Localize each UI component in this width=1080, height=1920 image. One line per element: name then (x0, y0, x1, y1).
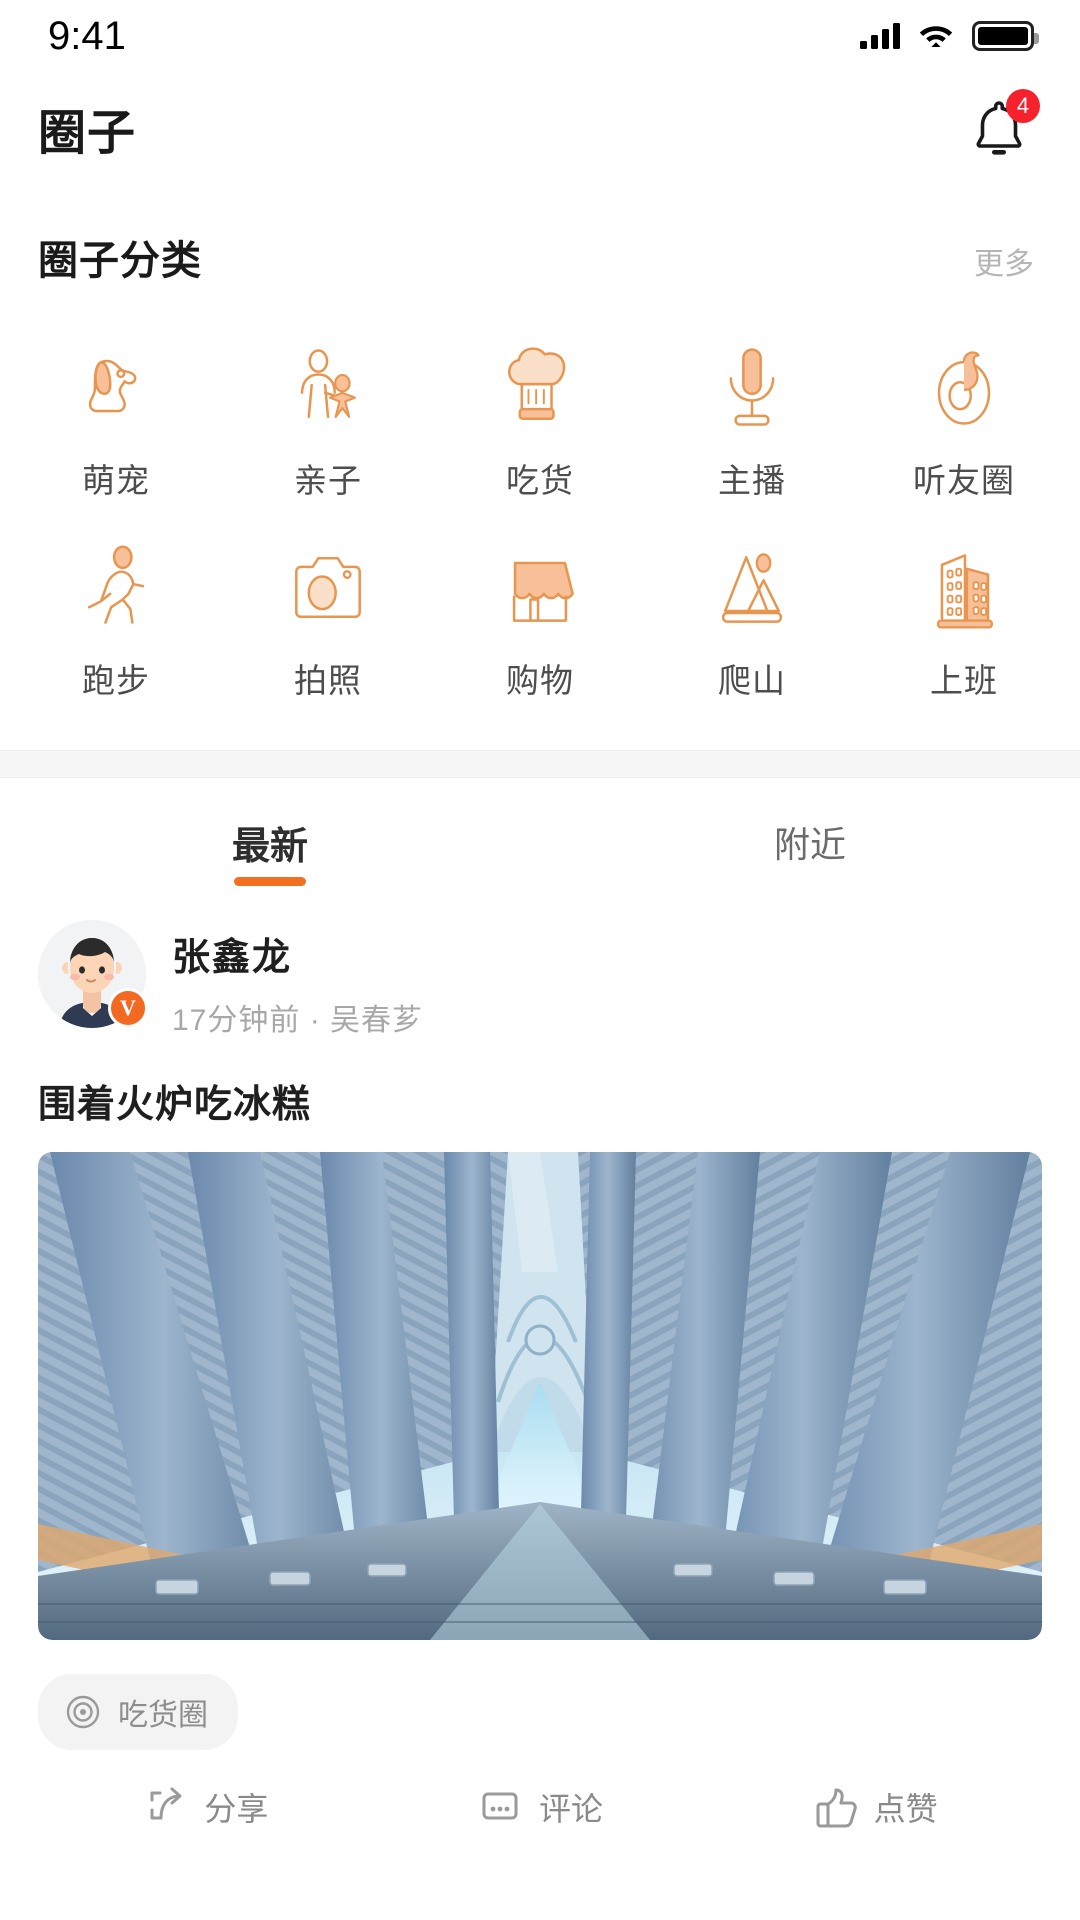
category-label: 听友圈 (913, 462, 1015, 499)
post-header: V 张鑫龙 17分钟前 · 吴春芗 (38, 906, 1042, 1039)
category-label: 爬山 (718, 662, 786, 699)
share-button[interactable]: 分享 (38, 1784, 373, 1830)
category-label: 亲子 (294, 462, 362, 499)
post-tag-row: 吃货圈 (38, 1674, 1042, 1750)
like-button[interactable]: 点赞 (707, 1784, 1042, 1830)
category-item-pets[interactable]: 萌宠 (10, 332, 222, 516)
category-label: 主播 (718, 462, 786, 499)
more-link[interactable]: 更多 (974, 239, 1034, 283)
category-label: 跑步 (82, 662, 150, 699)
circle-target-icon (66, 1695, 100, 1729)
camera-icon (280, 540, 376, 636)
post-timestamp-location: 17分钟前 · 吴春芗 (172, 1004, 424, 1037)
thumbs-up-icon (816, 1788, 857, 1828)
category-item-running[interactable]: 跑步 (10, 532, 222, 716)
tab-label: 最新 (231, 825, 308, 868)
post-image[interactable] (38, 1152, 1042, 1640)
notification-badge: 4 (1006, 89, 1040, 123)
mountain-icon (704, 540, 800, 636)
tab-nearby[interactable]: 附近 (540, 778, 1080, 906)
tab-active-indicator (234, 877, 306, 886)
feed-tabs: 最新 附近 (0, 778, 1080, 906)
verified-badge: V (108, 988, 148, 1028)
post-action-bar: 分享 评论 点赞 (38, 1784, 1042, 1830)
cellular-signal-icon (860, 23, 900, 49)
category-label: 吃货 (506, 462, 574, 499)
category-label: 拍照 (294, 662, 362, 699)
comment-button[interactable]: 评论 (373, 1784, 708, 1830)
section-divider (0, 750, 1080, 778)
category-item-work[interactable]: 上班 (858, 532, 1070, 716)
status-time: 9:41 (48, 13, 126, 58)
action-label: 点赞 (873, 1791, 938, 1827)
app-header: 圈子 4 (0, 72, 1080, 184)
feed-post: V 张鑫龙 17分钟前 · 吴春芗 围着火炉吃冰糕 吃货圈 分享 评论 点赞 (0, 906, 1080, 1830)
category-item-anchor[interactable]: 主播 (646, 332, 858, 516)
category-item-foodie[interactable]: 吃货 (434, 332, 646, 516)
running-person-icon (68, 540, 164, 636)
wifi-icon (919, 26, 953, 47)
category-item-listeners[interactable]: 听友圈 (858, 332, 1070, 516)
action-label: 评论 (539, 1791, 604, 1827)
notifications-button[interactable]: 4 (964, 89, 1040, 163)
status-icons (860, 21, 1039, 51)
avatar[interactable]: V (38, 920, 148, 1028)
dog-icon (68, 340, 164, 436)
category-item-parenting[interactable]: 亲子 (222, 332, 434, 516)
comment-icon (482, 1792, 518, 1820)
tab-latest[interactable]: 最新 (0, 778, 540, 906)
action-label: 分享 (204, 1791, 269, 1827)
office-building-icon (916, 540, 1012, 636)
share-icon (150, 1787, 182, 1820)
microphone-icon (704, 340, 800, 436)
battery-icon (972, 21, 1039, 51)
category-item-hiking[interactable]: 爬山 (646, 532, 858, 716)
category-item-shopping[interactable]: 购物 (434, 532, 646, 716)
parent-child-icon (280, 340, 376, 436)
categories-section-header: 圈子分类 更多 (0, 184, 1080, 286)
category-label: 购物 (506, 662, 574, 699)
headphone-loop-icon (916, 340, 1012, 436)
post-tag[interactable]: 吃货圈 (38, 1674, 238, 1750)
post-author-name[interactable]: 张鑫龙 (172, 926, 423, 981)
chef-hat-icon (492, 340, 588, 436)
post-title: 围着火炉吃冰糕 (38, 1084, 312, 1126)
status-bar: 9:41 (0, 0, 1080, 72)
tab-label: 附近 (773, 824, 846, 865)
category-label: 萌宠 (82, 462, 150, 499)
category-grid: 萌宠 亲子 吃货 主播 听友圈 跑步 拍照 购物 爬山 上班 (0, 286, 1080, 750)
category-label: 上班 (930, 662, 998, 699)
post-meta: 张鑫龙 17分钟前 · 吴春芗 (172, 920, 423, 1039)
post-tag-label: 吃货圈 (118, 1699, 208, 1732)
page-title: 圈子 (38, 107, 137, 160)
shop-awning-icon (492, 540, 588, 636)
section-title: 圈子分类 (38, 239, 202, 283)
category-item-photo[interactable]: 拍照 (222, 532, 434, 716)
